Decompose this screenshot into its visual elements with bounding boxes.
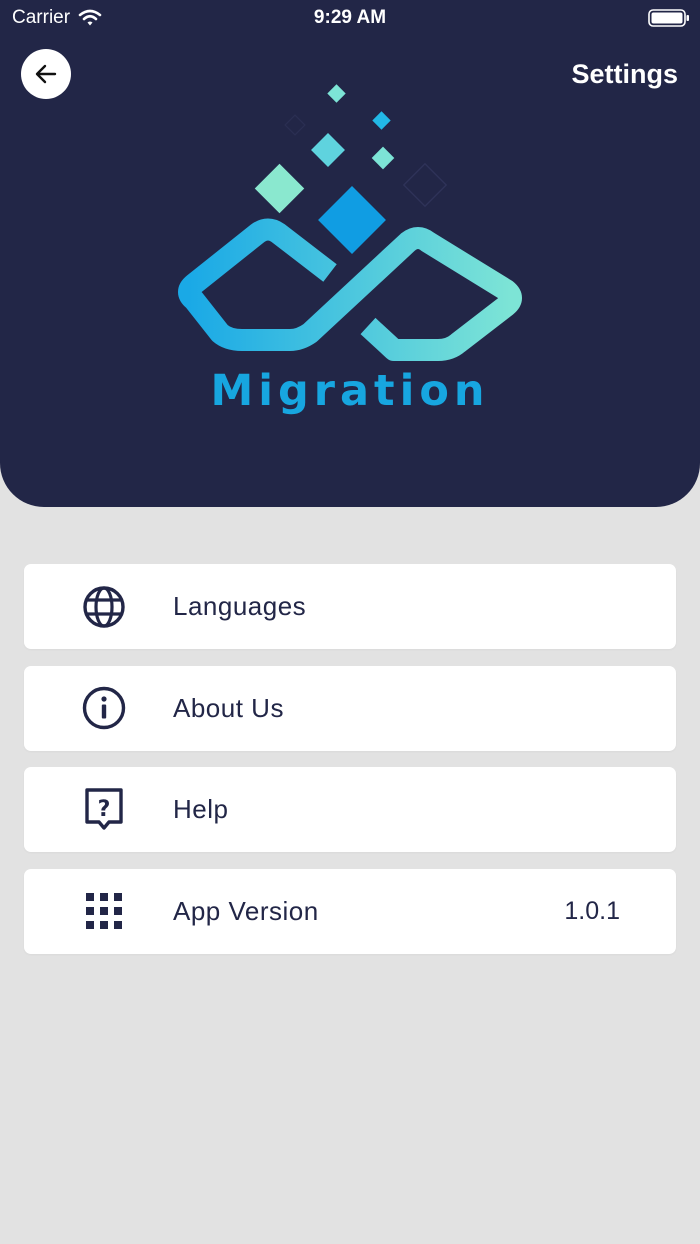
arrow-left-icon [35,64,57,84]
svg-text:?: ? [97,797,110,822]
help-icon: ? [81,787,126,832]
back-button[interactable] [21,49,71,99]
menu-item-about-us[interactable]: About Us [24,665,676,751]
menu-label-languages: Languages [173,591,307,621]
status-time: 9:29 AM [313,7,387,28]
status-bar: Carrier 9:29 AM [0,0,700,36]
menu-label-app-version: App Version [173,895,319,926]
menu-item-languages[interactable]: Languages [24,564,676,649]
page-title: Settings [571,59,678,89]
grid-icon [81,889,126,934]
menu-item-app-version[interactable]: App Version 1.0.1 [24,868,676,954]
battery-icon [648,9,689,27]
menu-label-about-us: About Us [173,692,284,723]
app-version-value: 1.0.1 [564,896,620,925]
globe-icon [81,584,126,629]
settings-menu: Languages About Us ? Help App Version 1.… [24,564,676,970]
menu-label-help: Help [173,794,229,824]
menu-item-help[interactable]: ? Help [24,767,676,852]
logo-text: Migration [210,366,490,416]
header: Carrier 9:29 AM Settings Migration [0,0,700,507]
migration-logo [178,84,522,361]
info-icon [81,686,126,731]
